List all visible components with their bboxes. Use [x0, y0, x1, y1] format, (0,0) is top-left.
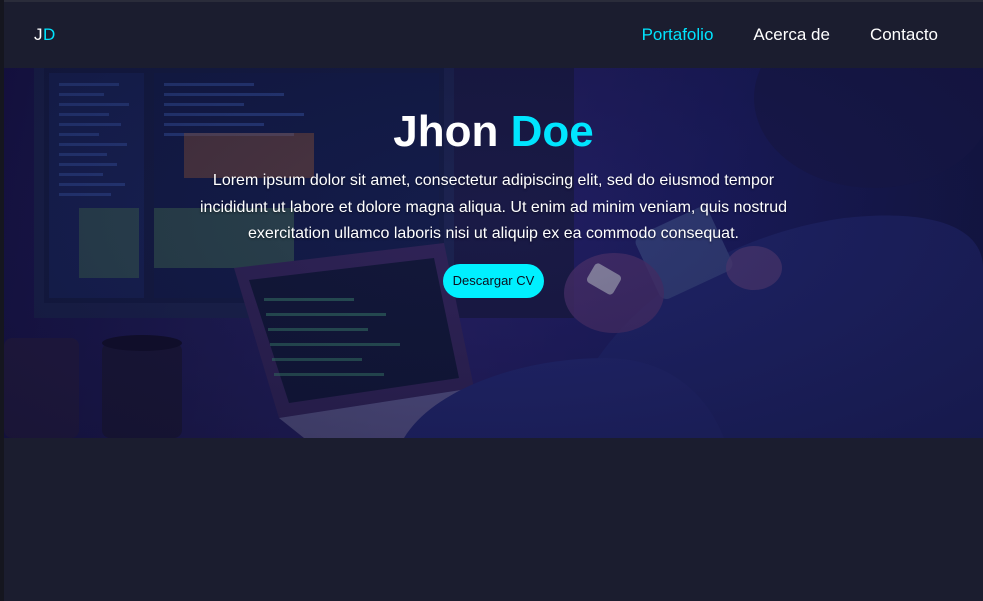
hero-last-name: Doe	[510, 107, 594, 156]
logo-initial-first: J	[34, 25, 43, 44]
nav-link-contacto[interactable]: Contacto	[870, 25, 938, 45]
hero-first-name: Jhon	[393, 107, 499, 156]
nav-links: Portafolio Acerca de Contacto	[642, 25, 938, 45]
navbar: JD Portafolio Acerca de Contacto	[4, 2, 983, 68]
hero-content: Jhon Doe Lorem ipsum dolor sit amet, con…	[4, 106, 983, 298]
download-cv-button[interactable]: Descargar CV	[442, 263, 545, 298]
hero-section: Jhon Doe Lorem ipsum dolor sit amet, con…	[4, 68, 983, 438]
hero-description: Lorem ipsum dolor sit amet, consectetur …	[200, 172, 787, 242]
logo-link[interactable]: JD	[34, 25, 56, 45]
hero-title: Jhon Doe	[4, 106, 983, 158]
nav-link-portafolio[interactable]: Portafolio	[642, 25, 714, 45]
nav-link-acerca-de[interactable]: Acerca de	[753, 25, 830, 45]
page-content-area	[4, 438, 983, 601]
logo-initial-second: D	[43, 25, 56, 44]
